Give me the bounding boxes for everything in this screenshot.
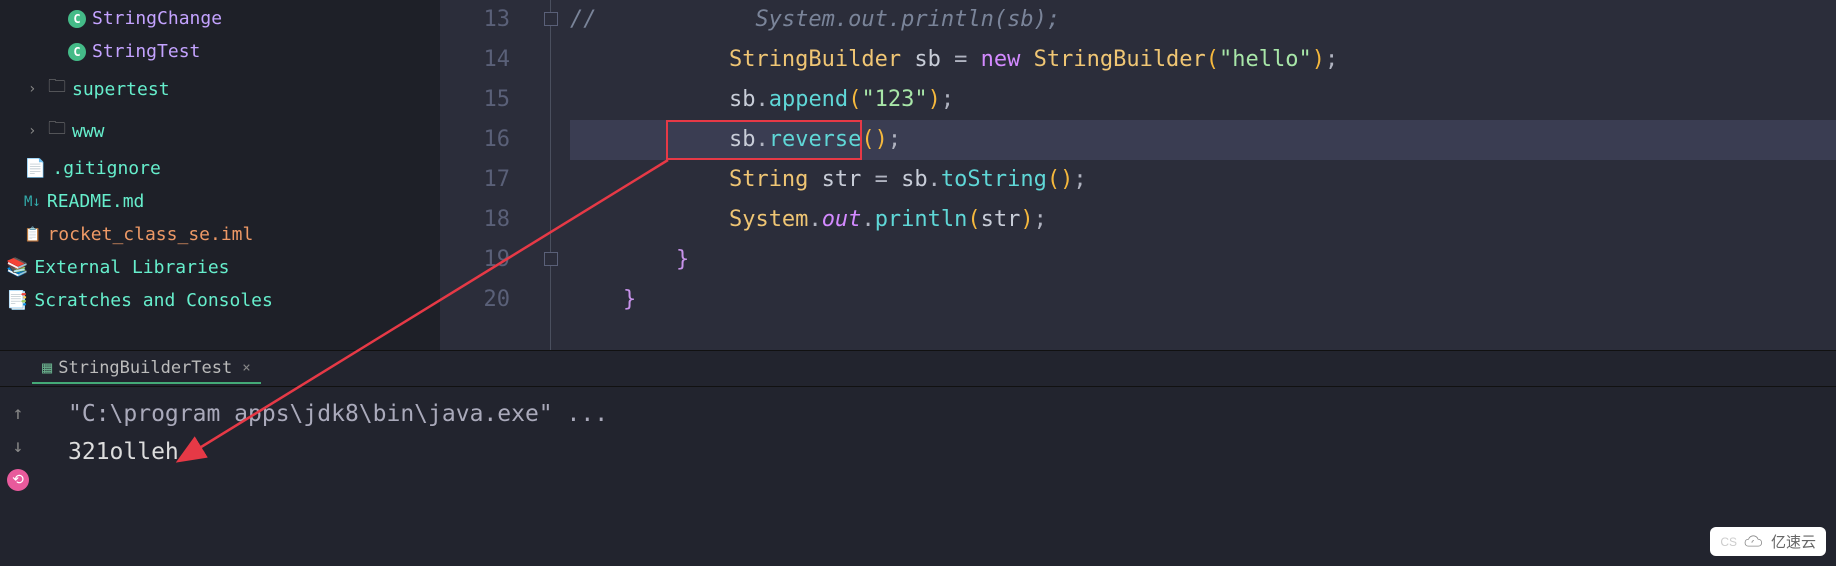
code-line-16: sb.reverse();	[570, 120, 1836, 160]
run-body: ↑ ↓ ⟲ "C:\program apps\jdk8\bin\java.exe…	[0, 387, 1836, 491]
run-config-icon: ▦	[42, 358, 52, 378]
line-number: 15	[440, 80, 510, 120]
tree-item-stringchange[interactable]: C StringChange	[0, 2, 440, 35]
class-icon: C	[68, 10, 86, 28]
tree-item-scratches[interactable]: 📑 Scratches and Consoles	[0, 284, 440, 317]
code-line-13: // System.out.println(sb);	[570, 0, 1836, 40]
wrap-icon[interactable]: ⟲	[7, 469, 29, 491]
run-tab-label: StringBuilderTest	[58, 358, 232, 378]
folder-icon: 🗀	[48, 74, 66, 104]
tree-label: README.md	[47, 191, 145, 212]
cloud-icon	[1743, 533, 1765, 551]
run-panel: ▦ StringBuilderTest × ↑ ↓ ⟲ "C:\program …	[0, 350, 1836, 566]
watermark-text: 亿速云	[1771, 531, 1816, 552]
line-number: 20	[440, 280, 510, 320]
watermark-prefix: CS	[1720, 535, 1737, 549]
class-icon: C	[68, 43, 86, 61]
line-number: 16	[440, 120, 510, 160]
project-sidebar: C StringChange C StringTest › 🗀 supertes…	[0, 0, 440, 350]
markdown-icon: M↓	[24, 194, 41, 210]
tree-item-stringtest[interactable]: C StringTest	[0, 35, 440, 68]
close-icon[interactable]: ×	[242, 360, 250, 376]
library-icon: 📚	[6, 257, 28, 278]
code-line-14: StringBuilder sb = new StringBuilder("he…	[570, 40, 1836, 80]
folder-icon: 🗀	[48, 116, 66, 146]
tree-label: .gitignore	[52, 158, 160, 179]
code-line-18: System.out.println(str);	[570, 200, 1836, 240]
tree-label: www	[72, 121, 105, 142]
tree-label: StringTest	[92, 41, 200, 62]
line-number: 14	[440, 40, 510, 80]
up-arrow-icon[interactable]: ↑	[13, 403, 24, 424]
line-number: 18	[440, 200, 510, 240]
tree-label: StringChange	[92, 8, 222, 29]
code-line-19: }	[570, 240, 1836, 280]
fold-marker-icon[interactable]	[544, 252, 558, 266]
tree-item-iml[interactable]: 📋 rocket_class_se.iml	[0, 218, 440, 251]
run-tab-stringbuildertest[interactable]: ▦ StringBuilderTest ×	[32, 354, 261, 384]
code-content[interactable]: // System.out.println(sb); StringBuilder…	[570, 0, 1836, 350]
tree-item-external-libs[interactable]: 📚 External Libraries	[0, 251, 440, 284]
line-gutter: 13 14 15 16 17 18 19 20	[440, 0, 540, 350]
fold-marker-icon[interactable]	[544, 12, 558, 26]
code-line-17: String str = sb.toString();	[570, 160, 1836, 200]
tree-label: Scratches and Consoles	[34, 290, 272, 311]
code-editor[interactable]: 13 14 15 16 17 18 19 20 // System.out.pr…	[440, 0, 1836, 350]
down-arrow-icon[interactable]: ↓	[13, 436, 24, 457]
run-tabs-bar: ▦ StringBuilderTest ×	[0, 351, 1836, 387]
tree-label: rocket_class_se.iml	[47, 224, 253, 245]
watermark: CS 亿速云	[1710, 527, 1826, 556]
scratch-icon: 📑	[6, 290, 28, 311]
chevron-right-icon: ›	[28, 81, 42, 97]
gitignore-icon: 📄	[24, 158, 46, 179]
code-line-15: sb.append("123");	[570, 80, 1836, 120]
run-toolbar: ↑ ↓ ⟲	[8, 395, 28, 491]
code-line-20: }	[570, 280, 1836, 320]
line-number: 19	[440, 240, 510, 280]
tree-item-supertest[interactable]: › 🗀 supertest	[0, 68, 440, 110]
line-number: 13	[440, 0, 510, 40]
console-output[interactable]: "C:\program apps\jdk8\bin\java.exe" ... …	[38, 395, 608, 491]
fold-column	[540, 0, 570, 350]
output-line: 321olleh	[68, 433, 608, 471]
tree-label: External Libraries	[34, 257, 229, 278]
iml-icon: 📋	[24, 227, 41, 243]
output-line: "C:\program apps\jdk8\bin\java.exe" ...	[68, 395, 608, 433]
tree-item-readme[interactable]: M↓ README.md	[0, 185, 440, 218]
tree-item-www[interactable]: › 🗀 www	[0, 110, 440, 152]
tree-item-gitignore[interactable]: 📄 .gitignore	[0, 152, 440, 185]
tree-label: supertest	[72, 79, 170, 100]
chevron-right-icon: ›	[28, 123, 42, 139]
line-number: 17	[440, 160, 510, 200]
